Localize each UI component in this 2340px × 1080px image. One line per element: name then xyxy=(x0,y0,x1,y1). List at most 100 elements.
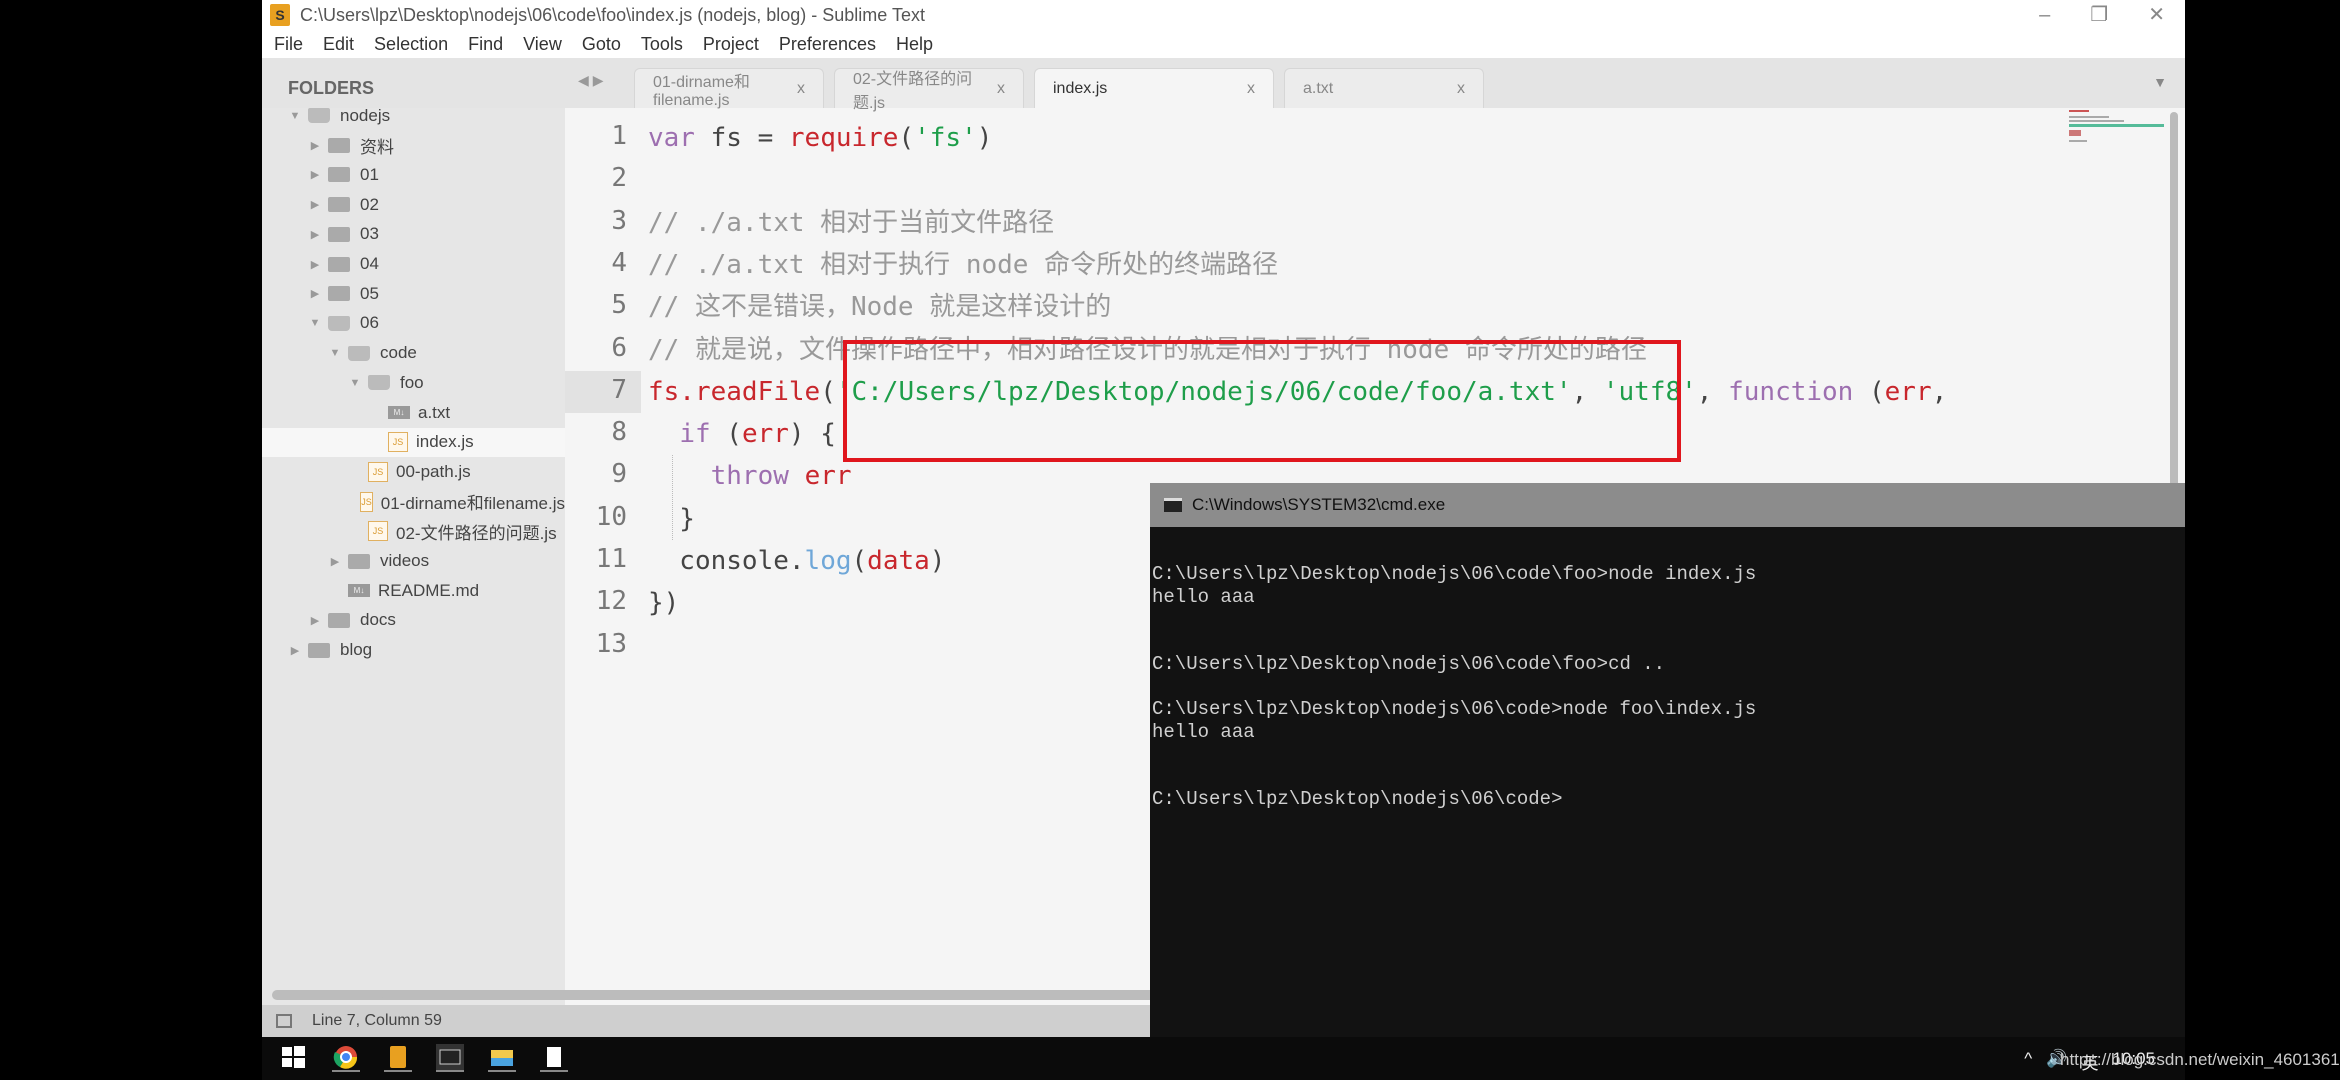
code-token: ( xyxy=(820,376,836,407)
tree-item-label: 05 xyxy=(360,283,379,303)
menu-tools[interactable]: Tools xyxy=(641,34,683,55)
tree-item[interactable]: ▶ 01 xyxy=(262,160,565,189)
js-file-icon: JS xyxy=(360,491,373,512)
tree-item[interactable]: M↓ README.md xyxy=(262,576,565,605)
cmd-line: C:\Users\lpz\Desktop\nodejs\06\code> xyxy=(1152,788,1563,810)
chevron-right-icon[interactable]: ▶ xyxy=(308,139,322,152)
tray-chevron-icon[interactable]: ^ xyxy=(2024,1049,2032,1074)
folder-icon xyxy=(328,167,350,183)
tree-item[interactable]: JS 00-path.js xyxy=(262,457,565,486)
code-token: function xyxy=(1728,376,1854,407)
notepad-icon[interactable] xyxy=(540,1044,568,1072)
tree-item-label: 01 xyxy=(360,164,379,184)
tab-label: index.js xyxy=(1053,79,1108,97)
code-line[interactable]: console.log(data) xyxy=(648,540,945,582)
tab-a-txt[interactable]: a.txt x xyxy=(1284,68,1484,108)
chevron-down-icon[interactable]: ▼ xyxy=(308,317,322,329)
code-line[interactable]: throw err xyxy=(648,455,852,497)
cmd-window[interactable]: C:\Windows\SYSTEM32\cmd.exe C:\Users\lpz… xyxy=(1150,483,2185,1037)
menu-view[interactable]: View xyxy=(523,34,562,55)
code-line[interactable]: // ./a.txt 相对于当前文件路径 xyxy=(648,202,1054,244)
tab-label: 01-dirname和filename.js xyxy=(653,73,750,109)
code-line[interactable]: }) xyxy=(648,582,679,624)
tree-item-label: a.txt xyxy=(418,402,451,422)
code-line[interactable]: if (err) { xyxy=(648,413,836,455)
tree-item[interactable]: ▼ code xyxy=(262,339,565,368)
menu-edit[interactable]: Edit xyxy=(323,34,354,55)
cmd-icon xyxy=(1164,498,1182,512)
chevron-right-icon[interactable]: ▶ xyxy=(308,258,322,271)
code-line[interactable]: // ./a.txt 相对于执行 node 命令所处的终端路径 xyxy=(648,244,1278,286)
tab-close-icon[interactable]: x xyxy=(997,80,1005,98)
code-token: require xyxy=(788,123,899,153)
tree-item-label: nodejs xyxy=(340,108,391,125)
code-line[interactable]: var fs = require('fs') xyxy=(648,117,992,159)
tab-menu-dropdown-icon[interactable]: ▼ xyxy=(2153,74,2167,90)
chevron-right-icon[interactable]: ▶ xyxy=(308,287,322,300)
watermark: https://blog.csdn.net/weixin_46013619 xyxy=(2060,1050,2340,1069)
folder-icon xyxy=(348,553,370,569)
menu-preferences[interactable]: Preferences xyxy=(779,34,876,55)
tree-item[interactable]: ▼ 06 xyxy=(262,309,565,338)
tree-item[interactable]: ▶ 05 xyxy=(262,279,565,308)
chevron-right-icon[interactable]: ▶ xyxy=(288,644,302,657)
minimize-button[interactable]: – xyxy=(2039,0,2050,30)
panel-toggle-icon[interactable] xyxy=(276,1014,292,1028)
chevron-right-icon[interactable]: ▶ xyxy=(308,228,322,241)
menu-selection[interactable]: Selection xyxy=(374,34,448,55)
chevron-down-icon[interactable]: ▼ xyxy=(328,347,342,359)
code-token: // 这不是错误，Node 就是这样设计的 xyxy=(648,292,1112,323)
current-line-highlight xyxy=(565,370,641,413)
tree-item-label: 03 xyxy=(360,224,379,244)
tree-item[interactable]: ▼ foo xyxy=(262,368,565,397)
tab-01-dirname[interactable]: 01-dirname和filename.js x xyxy=(634,68,824,109)
tree-item[interactable]: ▶ 02 xyxy=(262,190,565,219)
chrome-icon[interactable] xyxy=(332,1044,360,1072)
chevron-right-icon[interactable]: ▶ xyxy=(328,555,342,568)
minimap[interactable] xyxy=(2065,108,2170,158)
restore-button[interactable]: ❐ xyxy=(2090,0,2108,30)
menu-goto[interactable]: Goto xyxy=(582,34,621,55)
chevron-right-icon[interactable]: ▶ xyxy=(308,614,322,627)
tab-close-icon[interactable]: x xyxy=(1457,80,1465,98)
tree-item[interactable]: ▼ nodejs xyxy=(262,108,565,130)
chevron-down-icon[interactable]: ▼ xyxy=(348,377,362,389)
vertical-scrollbar[interactable] xyxy=(2170,112,2178,512)
tree-item-label: 02 xyxy=(360,194,379,214)
chevron-right-icon[interactable]: ▶ xyxy=(308,168,322,181)
chevron-right-icon[interactable]: ▶ xyxy=(308,198,322,211)
tab-nav-arrows-icon[interactable]: ◀▶ xyxy=(578,72,608,89)
menu-file[interactable]: File xyxy=(274,34,303,55)
tree-item[interactable]: ▶ 03 xyxy=(262,220,565,249)
code-token: log xyxy=(804,546,852,576)
code-token: data xyxy=(867,546,930,576)
cmd-line: C:\Users\lpz\Desktop\nodejs\06\code\foo>… xyxy=(1152,653,1666,675)
minimap-line xyxy=(2069,130,2081,136)
tree-item[interactable]: JS 01-dirname和filename.js xyxy=(262,487,565,516)
tree-item[interactable]: JS index.js xyxy=(262,427,565,457)
chevron-down-icon[interactable]: ▼ xyxy=(288,110,302,122)
tree-item[interactable]: ▶ videos xyxy=(262,547,565,576)
windows-start-icon[interactable] xyxy=(280,1044,308,1072)
tree-item[interactable]: ▶ 资料 xyxy=(262,131,565,160)
file-explorer-icon[interactable] xyxy=(488,1044,516,1072)
tree-item[interactable]: ▶ 04 xyxy=(262,250,565,279)
tab-close-icon[interactable]: x xyxy=(797,80,805,98)
sublime-text-taskbar-icon[interactable] xyxy=(384,1044,412,1072)
menu-project[interactable]: Project xyxy=(703,34,759,55)
tree-item[interactable]: ▶ blog xyxy=(262,636,565,665)
menu-help[interactable]: Help xyxy=(896,34,933,55)
menu-find[interactable]: Find xyxy=(468,34,503,55)
tab-index-js[interactable]: index.js x xyxy=(1034,68,1274,108)
tab-02-path[interactable]: 02-文件路径的问题.js x xyxy=(834,68,1024,112)
tab-close-icon[interactable]: x xyxy=(1247,80,1255,98)
code-line[interactable]: // 这不是错误，Node 就是这样设计的 xyxy=(648,286,1111,328)
tree-item[interactable]: JS 02-文件路径的问题.js xyxy=(262,517,565,546)
cmd-taskbar-icon[interactable] xyxy=(436,1044,464,1072)
js-file-icon: JS xyxy=(368,461,388,482)
tree-item[interactable]: M↓ a.txt xyxy=(262,398,565,427)
close-button[interactable]: ✕ xyxy=(2148,0,2165,30)
tree-item[interactable]: ▶ docs xyxy=(262,606,565,635)
